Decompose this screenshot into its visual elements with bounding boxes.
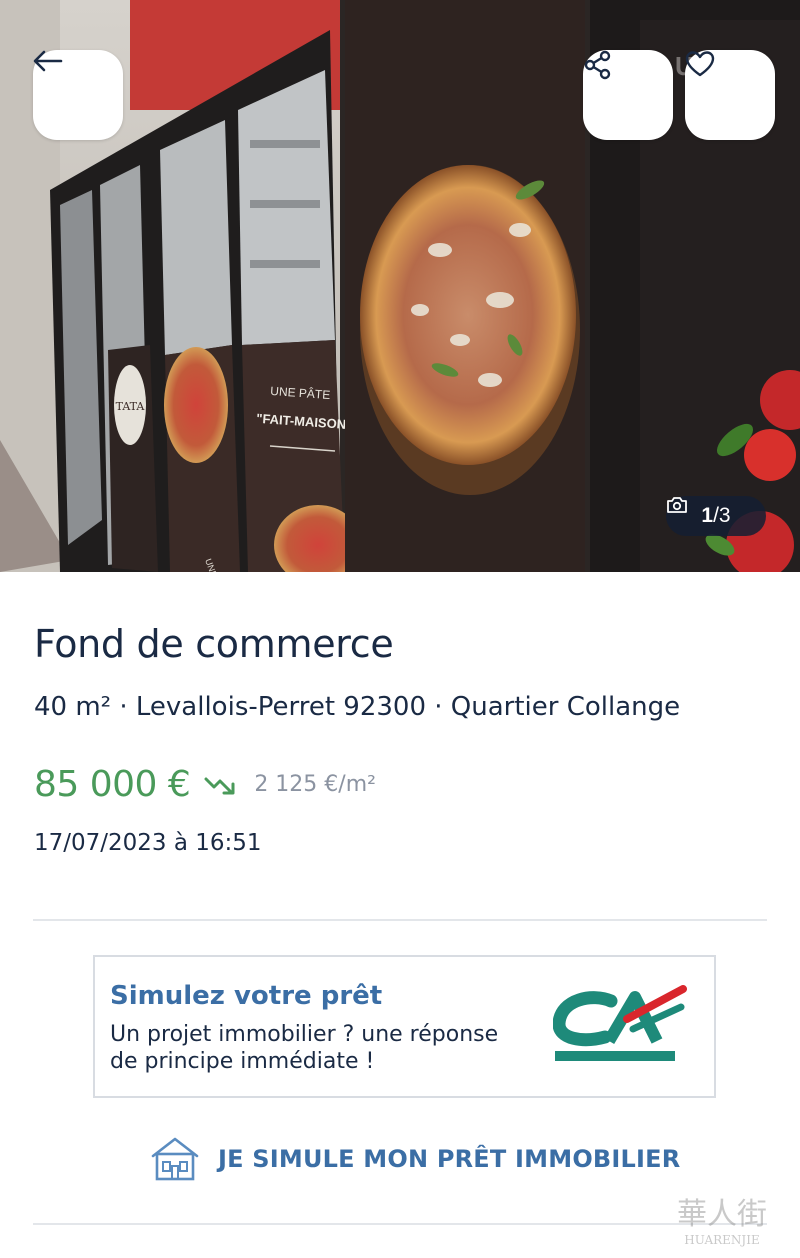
watermark-en: HUARENJIE — [684, 1233, 759, 1247]
divider — [33, 919, 767, 921]
listing-photo[interactable]: TATA UNE PÂTE "FAIT-MAISON" UNE PIZZA TR… — [0, 0, 800, 572]
listing-date: 17/07/2023 à 16:51 — [34, 830, 262, 856]
trend-down-icon — [204, 777, 235, 794]
camera-icon — [667, 497, 687, 513]
listing-subtitle: 40 m² · Levallois-Perret 92300 · Quartie… — [34, 692, 681, 722]
photo-counter-total: /3 — [713, 504, 731, 527]
listing-title: Fond de commerce — [34, 622, 394, 666]
heart-icon — [685, 51, 715, 77]
loan-simulation-ad[interactable]: Simulez votre prêt Un projet immobilier … — [93, 955, 716, 1098]
house-icon — [151, 1137, 199, 1181]
credit-agricole-logo — [553, 985, 687, 1061]
share-button[interactable] — [583, 50, 673, 140]
watermark-logo: 華人街 HUARENJIE — [677, 1197, 767, 1247]
ad-title: Simulez votre prêt — [110, 981, 383, 1011]
listing-price: 85 000 € — [34, 764, 191, 805]
watermark-cn: 華人街 — [677, 1197, 767, 1232]
arrow-left-icon — [33, 50, 63, 72]
simulate-loan-label: JE SIMULE MON PRÊT IMMOBILIER — [218, 1145, 681, 1173]
price-per-m2: 2 125 €/m² — [254, 772, 376, 797]
ad-text: Un projet immobilier ? une réponse de pr… — [110, 1022, 499, 1074]
back-button[interactable] — [33, 50, 123, 140]
favorite-button[interactable] — [685, 50, 775, 140]
share-icon — [584, 50, 611, 80]
brand-mark: TATA — [116, 400, 146, 413]
photo-counter-current: 1 — [701, 504, 714, 527]
photo-counter[interactable]: 1/3 — [666, 496, 766, 536]
price-row: 85 000 € 2 125 €/m² — [34, 764, 376, 805]
simulate-loan-link[interactable]: JE SIMULE MON PRÊT IMMOBILIER — [150, 1136, 680, 1182]
